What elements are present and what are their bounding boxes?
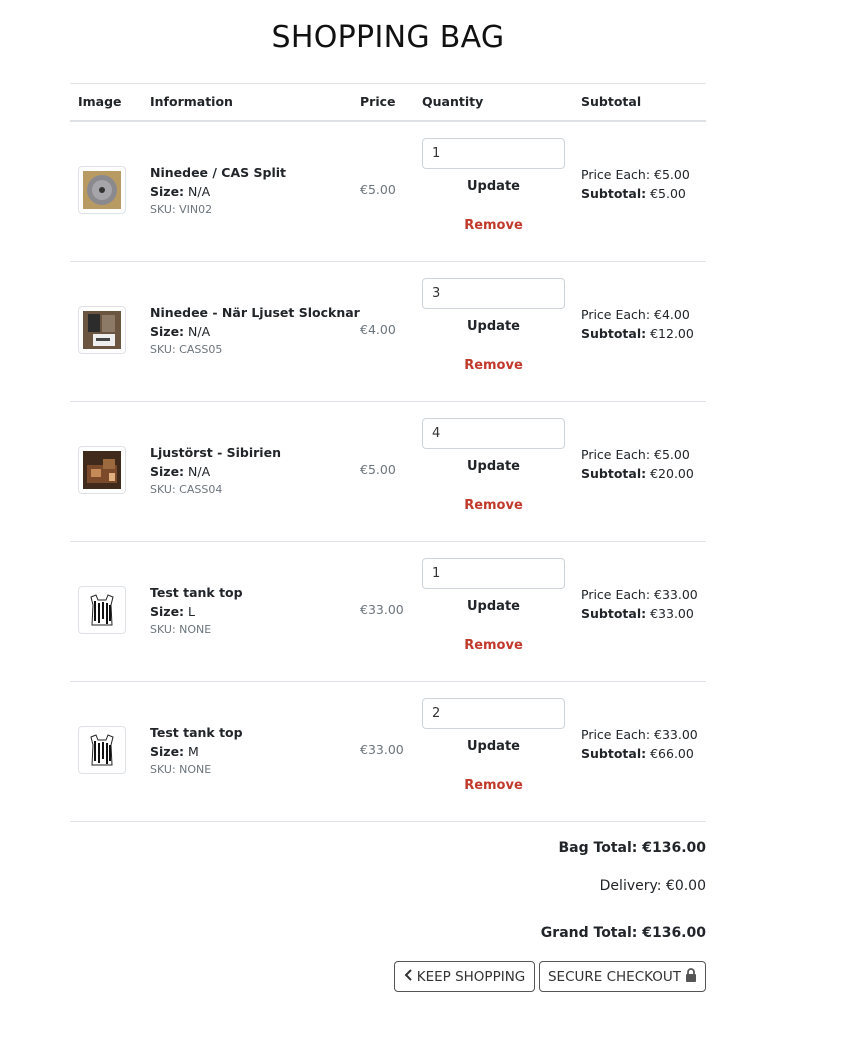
price-each-value: €5.00 [654,167,690,182]
item-price: €5.00 [360,182,396,197]
header-subtotal: Subtotal [581,94,642,109]
bag-total: Bag Total: €136.00 [558,840,707,856]
item-size: M [188,744,199,759]
chevron-left-icon [404,968,413,985]
cassette-thumbnail-icon[interactable] [78,306,126,354]
price-each-label: Price Each: [581,307,651,322]
secure-checkout-label: SECURE CHECKOUT [547,968,681,985]
subtotal-value: €5.00 [650,186,686,201]
item-price: €33.00 [360,742,404,757]
item-size: N/A [188,464,211,479]
lock-icon [685,967,697,986]
update-button[interactable]: Update [422,179,565,194]
item-subtotal: Price Each: €33.00 Subtotal: €66.00 [581,725,698,763]
item-subtotal: Price Each: €33.00 Subtotal: €33.00 [581,585,698,623]
tank-top-thumbnail-icon[interactable] [78,726,126,774]
item-subtotal: Price Each: €5.00 Subtotal: €5.00 [581,165,690,203]
table-row: Test tank top Size: L SKU: NONE €33.00 U… [70,542,706,682]
table-row: Ninedee / CAS Split Size: N/A SKU: VIN02… [70,122,706,262]
price-each-value: €33.00 [654,727,698,742]
remove-button[interactable]: Remove [422,498,565,513]
item-name: Test tank top [150,585,243,600]
item-size: L [188,604,195,619]
table-row: Test tank top Size: M SKU: NONE €33.00 U… [70,682,706,822]
item-sku: SKU: CASS04 [150,483,223,496]
price-each-label: Price Each: [581,587,651,602]
size-label: Size: [150,464,185,479]
size-label: Size: [150,184,185,199]
record-thumbnail-icon[interactable] [78,166,126,214]
header-information: Information [150,94,233,109]
subtotal-label: Subtotal: [581,466,647,481]
subtotal-label: Subtotal: [581,746,647,761]
size-label: Size: [150,324,185,339]
price-each-value: €33.00 [654,587,698,602]
secure-checkout-button[interactable]: SECURE CHECKOUT [539,961,706,992]
tank-top-thumbnail-icon[interactable] [78,586,126,634]
item-name: Ljustörst - Sibirien [150,445,281,460]
size-label: Size: [150,744,185,759]
price-each-label: Price Each: [581,727,651,742]
item-name: Ninedee / CAS Split [150,165,286,180]
item-info: Ninedee / CAS Split Size: N/A SKU: VIN02 [150,163,286,218]
update-button[interactable]: Update [422,459,565,474]
price-each-value: €5.00 [654,447,690,462]
item-info: Ninedee - När Ljuset Slocknar Size: N/A … [150,303,360,358]
item-info: Test tank top Size: M SKU: NONE [150,723,243,778]
header-image: Image [78,94,122,109]
update-button[interactable]: Update [422,319,565,334]
quantity-input[interactable] [422,278,565,309]
table-row: Ninedee - När Ljuset Slocknar Size: N/A … [70,262,706,402]
update-button[interactable]: Update [422,599,565,614]
subtotal-label: Subtotal: [581,606,647,621]
keep-shopping-label: KEEP SHOPPING [416,968,526,985]
item-size: N/A [188,324,211,339]
update-button[interactable]: Update [422,739,565,754]
item-sku: SKU: CASS05 [150,343,223,356]
header-quantity: Quantity [422,94,484,109]
quantity-input[interactable] [422,698,565,729]
item-subtotal: Price Each: €5.00 Subtotal: €20.00 [581,445,694,483]
item-name: Ninedee - När Ljuset Slocknar [150,305,360,320]
cassette-thumbnail-icon[interactable] [78,446,126,494]
page-title: SHOPPING BAG [271,20,505,55]
delivery-total: Delivery: €0.00 [599,878,706,894]
remove-button[interactable]: Remove [422,778,565,793]
subtotal-value: €12.00 [650,326,694,341]
remove-button[interactable]: Remove [422,358,565,373]
price-each-value: €4.00 [654,307,690,322]
size-label: Size: [150,604,185,619]
table-row: Ljustörst - Sibirien Size: N/A SKU: CASS… [70,402,706,542]
item-sku: SKU: NONE [150,623,212,636]
subtotal-label: Subtotal: [581,186,647,201]
item-name: Test tank top [150,725,243,740]
header-price: Price [360,94,396,109]
keep-shopping-button[interactable]: KEEP SHOPPING [394,961,535,992]
table-header: Image Information Price Quantity Subtota… [70,83,706,122]
item-info: Test tank top Size: L SKU: NONE [150,583,243,638]
price-each-label: Price Each: [581,447,651,462]
item-price: €4.00 [360,322,396,337]
item-sku: SKU: NONE [150,763,212,776]
subtotal-value: €66.00 [650,746,694,761]
price-each-label: Price Each: [581,167,651,182]
quantity-input[interactable] [422,558,565,589]
subtotal-value: €20.00 [650,466,694,481]
item-info: Ljustörst - Sibirien Size: N/A SKU: CASS… [150,443,281,498]
item-sku: SKU: VIN02 [150,203,213,216]
item-price: €33.00 [360,602,404,617]
item-subtotal: Price Each: €4.00 Subtotal: €12.00 [581,305,694,343]
subtotal-label: Subtotal: [581,326,647,341]
shopping-bag-table: Image Information Price Quantity Subtota… [70,83,706,822]
grand-total: Grand Total: €136.00 [540,925,706,941]
quantity-input[interactable] [422,418,565,449]
quantity-input[interactable] [422,138,565,169]
remove-button[interactable]: Remove [422,218,565,233]
item-price: €5.00 [360,462,396,477]
item-size: N/A [188,184,211,199]
remove-button[interactable]: Remove [422,638,565,653]
subtotal-value: €33.00 [650,606,694,621]
